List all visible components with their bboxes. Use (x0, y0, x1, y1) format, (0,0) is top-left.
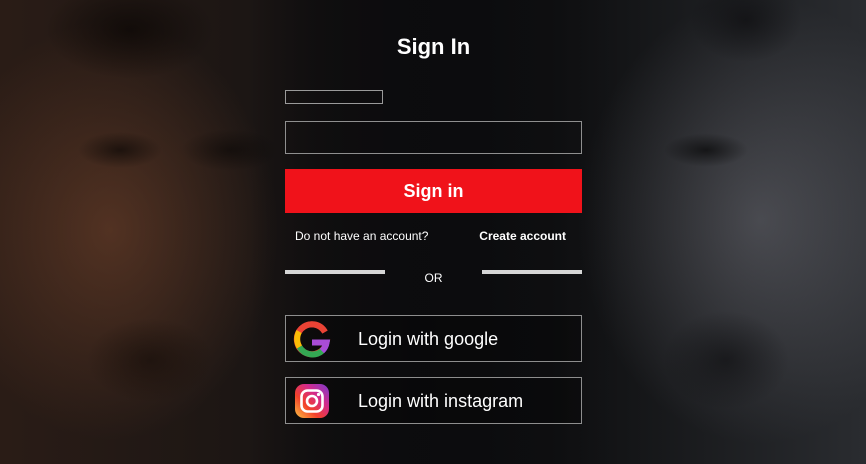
instagram-icon (295, 384, 329, 418)
instagram-login-label: Login with instagram (358, 391, 524, 411)
page-title: Sign In (396, 34, 471, 59)
login-google-button[interactable]: Login with google (285, 315, 582, 362)
username-field[interactable] (285, 90, 383, 104)
signin-button[interactable]: Sign in (285, 169, 582, 213)
divider-right (482, 270, 582, 274)
create-account-link[interactable]: Create account (479, 229, 566, 243)
signin-panel: Sign In Sign in Do not have an account? … (285, 0, 582, 464)
login-instagram-button[interactable]: Login with instagram (285, 377, 582, 424)
no-account-text: Do not have an account? (295, 229, 429, 243)
google-login-label: Login with google (358, 329, 499, 349)
password-field[interactable] (285, 121, 582, 154)
google-icon (293, 321, 331, 358)
